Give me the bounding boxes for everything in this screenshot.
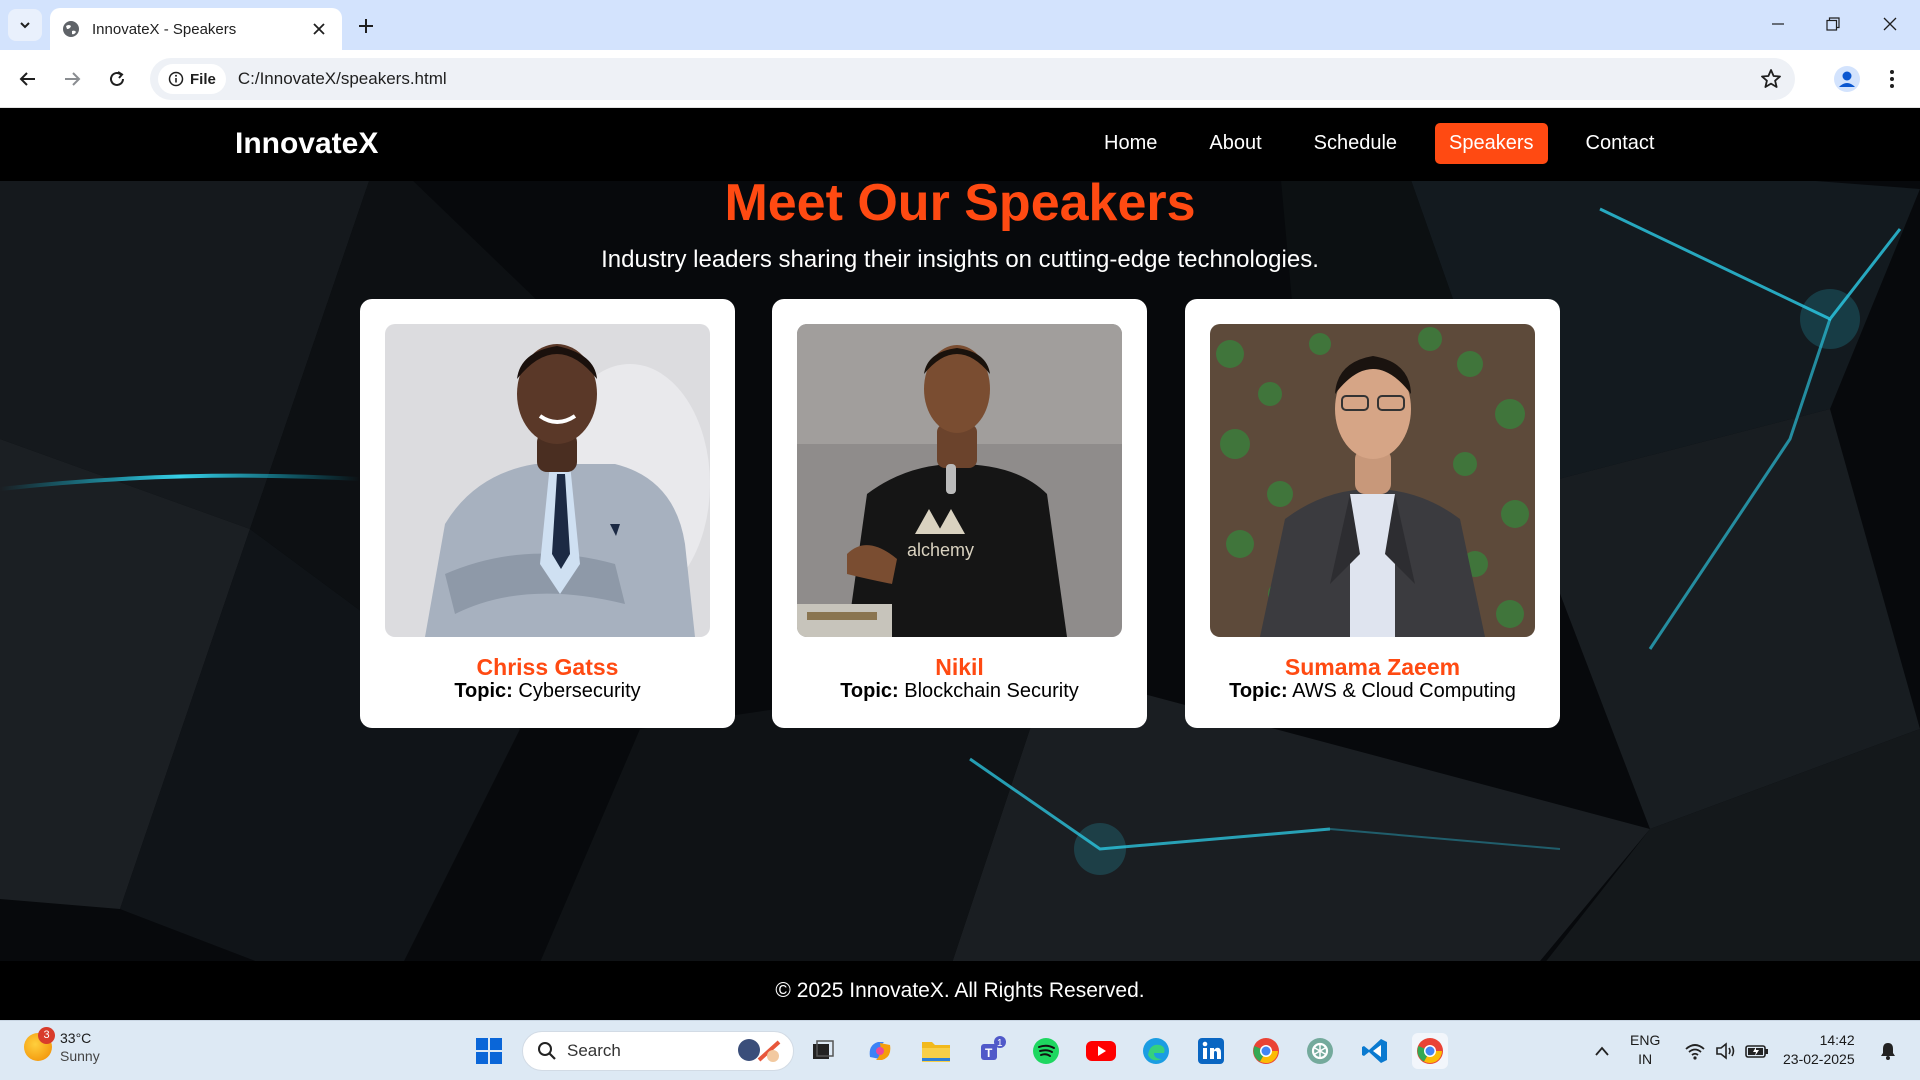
speaker-card: Chriss Gatss Topic: Cybersecurity: [360, 299, 735, 728]
close-tab-icon[interactable]: [308, 18, 330, 40]
youtube-icon[interactable]: [1083, 1033, 1119, 1069]
linkedin-icon[interactable]: [1193, 1033, 1229, 1069]
topic-label: Topic:: [1229, 680, 1288, 702]
site-header: InnovateX Home About Schedule Speakers C…: [0, 109, 1920, 181]
weather-widget[interactable]: 3 33°C Sunny: [24, 1027, 100, 1065]
search-placeholder: Search: [567, 1041, 621, 1060]
teams-icon[interactable]: T1: [975, 1033, 1011, 1069]
speaker-photo: [1210, 324, 1535, 637]
svg-text:alchemy: alchemy: [907, 540, 974, 560]
arrow-right-icon: [65, 72, 81, 86]
edge-icon[interactable]: [1138, 1033, 1174, 1069]
reload-icon: [110, 71, 124, 86]
chevron-down-icon: [20, 22, 30, 29]
nav-speakers[interactable]: Speakers: [1435, 123, 1548, 164]
restore-button[interactable]: [1813, 8, 1853, 40]
new-tab-button[interactable]: [352, 12, 380, 40]
arrow-left-icon: [19, 72, 35, 86]
windows-taskbar: 3 33°C Sunny Search T1 ENG IN 14:42 23-0…: [0, 1020, 1920, 1080]
speaker-photo: [385, 324, 710, 637]
show-hidden-icons-chevron-up-icon[interactable]: [1584, 1033, 1620, 1069]
profile-button[interactable]: [1831, 63, 1863, 95]
browser-tab-strip: InnovateX - Speakers: [0, 0, 1920, 50]
search-icon: [538, 1042, 556, 1060]
globe-icon: [63, 21, 79, 37]
tab-title: InnovateX - Speakers: [92, 20, 237, 38]
more-vertical-icon: [1890, 70, 1894, 88]
clock[interactable]: 14:42 23-02-2025: [1783, 1031, 1855, 1069]
close-window-button[interactable]: [1870, 8, 1910, 40]
minimize-icon: [1772, 23, 1784, 25]
plus-icon: [359, 19, 373, 33]
nav-schedule[interactable]: Schedule: [1300, 123, 1411, 164]
reload-button[interactable]: [101, 63, 133, 95]
weather-condition: Sunny: [60, 1048, 100, 1064]
weather-badge: 3: [38, 1027, 55, 1044]
clock-time: 14:42: [1819, 1032, 1855, 1048]
nav-home[interactable]: Home: [1090, 123, 1171, 164]
region-code: IN: [1638, 1051, 1653, 1067]
restore-icon: [1826, 17, 1840, 31]
site-info-chip[interactable]: File: [158, 64, 226, 94]
minimize-button[interactable]: [1758, 8, 1798, 40]
file-chip-label: File: [190, 70, 216, 88]
speaker-name: Sumama Zaeem: [1284, 654, 1461, 680]
topic-value: AWS & Cloud Computing: [1292, 680, 1516, 702]
vscode-icon[interactable]: [1357, 1033, 1393, 1069]
start-button[interactable]: [471, 1033, 507, 1069]
speaker-topic: Topic: Cybersecurity: [360, 680, 735, 703]
web-page: InnovateX Home About Schedule Speakers C…: [0, 109, 1920, 1020]
speaker-card: alchemy Nikil Topic: Blockchain Security: [772, 299, 1147, 728]
file-explorer-icon[interactable]: [918, 1033, 954, 1069]
svg-text:T: T: [985, 1046, 993, 1060]
speaker-photo: alchemy: [797, 324, 1122, 637]
search-highlight-icon: [738, 1039, 781, 1062]
info-icon: [168, 71, 184, 87]
profile-icon: [1834, 66, 1860, 92]
nav-about[interactable]: About: [1195, 123, 1275, 164]
speaker-topic: Topic: Blockchain Security: [772, 680, 1147, 703]
language-indicator[interactable]: ENG IN: [1630, 1031, 1660, 1069]
sun-icon: 3: [24, 1027, 55, 1061]
url-text[interactable]: C:/InnovateX/speakers.html: [238, 69, 447, 89]
topic-label: Topic:: [840, 680, 899, 702]
clock-date: 23-02-2025: [1783, 1051, 1855, 1067]
speaker-name: Chriss Gatss: [476, 654, 619, 680]
language-code: ENG: [1630, 1032, 1661, 1048]
bookmark-star-icon[interactable]: [1759, 67, 1783, 91]
taskbar-search[interactable]: Search: [522, 1031, 794, 1071]
browser-toolbar: File C:/InnovateX/speakers.html: [0, 50, 1920, 108]
spotify-icon[interactable]: [1028, 1033, 1064, 1069]
speaker-topic: Topic: AWS & Cloud Computing: [1185, 680, 1560, 703]
close-icon: [1883, 17, 1897, 31]
nav-contact[interactable]: Contact: [1572, 123, 1669, 164]
site-footer: © 2025 InnovateX. All Rights Reserved.: [0, 961, 1920, 1020]
page-title: Meet Our Speakers: [724, 174, 1196, 232]
task-view-icon[interactable]: [805, 1033, 841, 1069]
browser-tab[interactable]: InnovateX - Speakers: [50, 8, 342, 50]
address-bar[interactable]: File C:/InnovateX/speakers.html: [150, 58, 1795, 100]
notification-bell-icon[interactable]: [1870, 1033, 1906, 1069]
back-button[interactable]: [12, 63, 44, 95]
speaker-name: Nikil: [935, 654, 984, 680]
windows-logo-icon: [476, 1038, 502, 1064]
topic-label: Topic:: [454, 680, 513, 702]
weather-temp: 33°C: [60, 1030, 92, 1046]
chrome-icon[interactable]: [1248, 1033, 1284, 1069]
chatgpt-icon[interactable]: [1302, 1033, 1338, 1069]
speaker-card: Sumama Zaeem Topic: AWS & Cloud Computin…: [1185, 299, 1560, 728]
site-logo[interactable]: InnovateX: [235, 127, 378, 161]
svg-text:1: 1: [997, 1038, 1003, 1049]
tab-search-button[interactable]: [8, 9, 42, 41]
main-nav: Home About Schedule Speakers Contact: [1090, 123, 1668, 164]
battery-icon[interactable]: [1739, 1033, 1775, 1069]
chrome-active-icon[interactable]: [1412, 1033, 1448, 1069]
topic-value: Cybersecurity: [518, 680, 641, 702]
copilot-icon[interactable]: [862, 1033, 898, 1069]
page-subtitle: Industry leaders sharing their insights …: [601, 246, 1319, 273]
forward-button[interactable]: [56, 63, 88, 95]
browser-menu-button[interactable]: [1876, 63, 1908, 95]
topic-value: Blockchain Security: [904, 680, 1079, 702]
